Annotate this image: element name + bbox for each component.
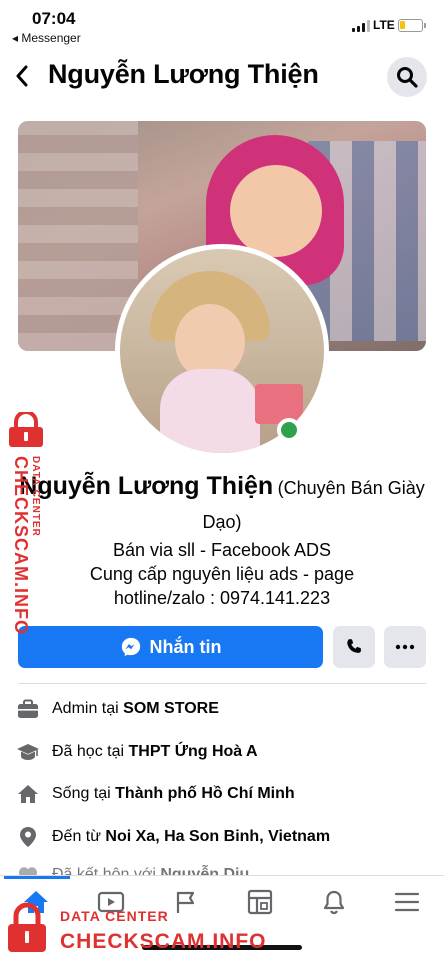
- bio-line: Cung cấp nguyên liệu ads - page: [89, 564, 355, 584]
- detail-lives-in[interactable]: Sống tại Thành phố Hồ Chí Minh: [14, 773, 434, 816]
- location-pin-icon: [16, 825, 40, 849]
- graduation-cap-icon: [16, 740, 40, 764]
- status-bar: 07:04 ◂ Messenger LTE: [0, 0, 444, 48]
- online-status-dot: [277, 418, 301, 442]
- more-horizontal-icon: [395, 644, 415, 650]
- chevron-left-icon: [16, 65, 28, 87]
- page-title: Nguyễn Lương Thiện: [48, 59, 319, 89]
- tab-menu[interactable]: [387, 886, 427, 918]
- battery-icon: [398, 19, 426, 32]
- call-button[interactable]: [333, 626, 375, 668]
- detail-work[interactable]: Admin tại SOM STORE: [14, 688, 434, 731]
- detail-prefix: Đến từ: [52, 827, 106, 845]
- back-button[interactable]: [8, 58, 36, 94]
- message-button[interactable]: Nhắn tin: [18, 626, 323, 668]
- detail-education[interactable]: Đã học tại THPT Ứng Hoà A: [14, 731, 434, 774]
- search-button[interactable]: [387, 57, 427, 97]
- bell-icon: [323, 890, 345, 915]
- watermark-side-small: DATA CENTER: [30, 456, 41, 537]
- watermark-bottom: DATA CENTER CHECKSCAM.INFO: [6, 900, 276, 958]
- profile-bio: Bán via sll - Facebook ADS Cung cấp nguy…: [14, 538, 430, 610]
- detail-prefix: Đã học tại: [52, 742, 129, 760]
- profile-actions: Nhắn tin: [18, 626, 426, 668]
- search-icon: [397, 67, 418, 88]
- lock-icon: [9, 412, 43, 447]
- lock-icon: [8, 902, 46, 952]
- detail-prefix: Admin tại: [52, 700, 124, 718]
- profile-name-block: Nguyễn Lương Thiện (Chuyên Bán Giày Dạo): [14, 470, 430, 540]
- detail-prefix: Sống tại: [52, 785, 116, 803]
- signal-icon: [352, 20, 372, 32]
- profile-details: Admin tại SOM STORE Đã học tại THPT Ứng …: [14, 688, 434, 892]
- watermark-side-text: CHECKSCAM.INFO: [11, 456, 31, 635]
- detail-value: Thành phố Hồ Chí Minh: [115, 785, 295, 803]
- profile-name: Nguyễn Lương Thiện: [19, 472, 274, 500]
- messenger-icon: [121, 637, 140, 657]
- network-type: LTE: [373, 18, 395, 32]
- bio-line: hotline/zalo : 0974.141.223: [113, 588, 331, 608]
- home-icon: [16, 782, 40, 806]
- detail-value: THPT Ứng Hoà A: [128, 742, 258, 760]
- bio-line: Bán via sll - Facebook ADS: [112, 540, 332, 560]
- detail-from[interactable]: Đến từ Noi Xa, Ha Son Binh, Vietnam: [14, 816, 434, 859]
- detail-value: SOM STORE: [123, 700, 219, 718]
- message-button-label: Nhắn tin: [149, 636, 222, 657]
- profile-header: Nguyễn Lương Thiện: [0, 48, 444, 104]
- watermark-side: CHECKSCAM.INFO DATA CENTER: [2, 408, 48, 635]
- status-time: 07:04: [32, 9, 76, 28]
- section-divider: [18, 683, 426, 684]
- phone-icon: [347, 639, 361, 653]
- tab-notifications[interactable]: [314, 886, 354, 918]
- back-to-app-link[interactable]: ◂ Messenger: [12, 31, 81, 45]
- watermark-line-1: DATA CENTER: [60, 908, 169, 924]
- active-tab-indicator: [4, 876, 70, 879]
- menu-icon: [394, 892, 420, 912]
- briefcase-icon: [16, 697, 40, 721]
- detail-value: Noi Xa, Ha Son Binh, Vietnam: [105, 827, 331, 845]
- watermark-line-2: CHECKSCAM.INFO: [60, 930, 267, 953]
- more-button[interactable]: [384, 626, 426, 668]
